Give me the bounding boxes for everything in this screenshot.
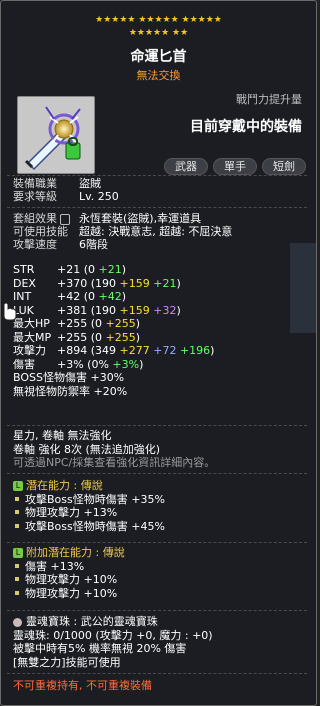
stat-damage: 傷害 +3% (0% +3%) [13,357,144,371]
stat-max-mp: 最大MP +255 (0 +255) [13,330,141,344]
bullet-icon [15,577,19,581]
footer-restriction: 不可重複持有, 不可重複裝備 [13,679,152,692]
lock-icon [60,213,70,225]
legendary-badge-icon: L [13,548,23,558]
stat-max-hp: 最大HP +255 (0 +255) [13,317,141,330]
stat-attack: 攻擊力 +894 (349 +277 +72 +196) [13,344,215,357]
divider [7,207,307,208]
divider [7,542,307,543]
trade-status: 無法交換 [136,69,181,82]
tag-dagger: 短劍 [262,158,306,175]
hand-cursor-icon [3,302,17,321]
item-tags: 武器 單手 短劍 [164,158,306,175]
skill-label: 可使用技能 [13,225,68,238]
star-row-1: ★★★★★ ★★★★★ ★★★★★ [95,15,222,25]
bullet-icon [15,523,19,528]
soul-block: 靈魂寶珠 : 武公的靈魂寶珠 靈魂珠: 0/1000 (攻擊力 +0, 魔力 :… [13,615,313,669]
boss-damage: BOSS怪物傷害 +30% [13,371,125,384]
divider [7,673,307,674]
stat-str: STR +21 (0 +21) [13,263,127,276]
requirements-block: 裝備職業 盜賊 要求等級 Lv. 250 [13,177,119,203]
star-force-stars: ★★★★★ ★★★★★ ★★★★★ ★★★★★ ★★ [1,14,316,40]
divider [7,473,307,474]
soul-line-3: [無雙之力]技能可使用 [13,655,121,669]
level-value: Lv. 250 [79,190,119,203]
additional-potential-block: L 附加潛在能力 : 傳說 傷害 +13% 物理攻擊力 +10% 物理攻擊力 +1… [13,546,313,600]
divider [7,425,307,426]
item-name: 命運匕首 [130,49,187,65]
bullet-icon [15,590,19,595]
bullet-icon [15,510,19,514]
legendary-badge-icon: L [13,481,23,491]
job-value: 盜賊 [79,177,101,190]
divider [7,610,307,611]
stats-block: STR +21 (0 +21) DEX +370 (190 +159 +21) IN… [13,263,313,398]
soul-line-2: 被擊中時有5% 機率無視 20% 傷害 [13,642,187,655]
item-icon-frame [17,96,95,174]
potential-line: 物理攻擊力 +13% [13,506,313,520]
starforce-status: 星力, 卷軸 無法強化 [13,429,112,442]
dagger-icon [24,106,81,171]
stat-int: INT +42 (0 +42) [13,290,127,303]
set-label: 套組效果 [13,212,79,225]
soul-icon [13,617,22,627]
item-tooltip: ★★★★★ ★★★★★ ★★★★★ ★★★★★ ★★ 命運匕首 無法交換 戰鬥力… [0,0,317,706]
tag-one-handed: 單手 [213,158,257,175]
additional-line: 物理攻擊力 +10% [13,573,313,587]
additional-potential-title: 附加潛在能力 : 傳說 [26,546,125,559]
additional-line: 物理攻擊力 +10% [13,587,313,601]
stat-dex: DEX +370 (190 +159 +21) [13,276,181,290]
divider [7,175,307,176]
potential-block: L 潛在能力 : 傳說 攻擊Boss怪物時傷害 +35% 物理攻擊力 +13% 攻… [13,479,313,533]
set-value: 永恆套裝(盜賊),幸運道具 [79,212,202,225]
set-block: 套組效果 永恆套裝(盜賊),幸運道具 可使用技能 超越: 決戰意志, 超越: 不屈決… [13,212,232,251]
skill-value: 超越: 決戰意志, 超越: 不屈決意 [79,225,233,238]
enhance-block: 星力, 卷軸 無法強化 卷軸 強化 8次 (無法追加強化) 可透過NPC/採集查… [13,429,313,470]
tag-weapon: 武器 [164,158,208,175]
current-equipped-text: 目前穿戴中的裝備 [190,119,302,135]
bullet-icon [15,563,19,568]
stat-luk: LUK +381 (190 +159 +32) [13,303,181,317]
background-window-edge [290,243,316,333]
speed-label: 攻擊速度 [13,238,57,251]
speed-value: 6階段 [79,238,108,251]
level-label: 要求等級 [13,190,57,203]
potential-line: 攻擊Boss怪物時傷害 +45% [13,520,313,534]
bullet-icon [15,496,19,501]
star-row-2: ★★★★★ ★★ [128,28,189,38]
npc-hint: 可透過NPC/採集查看強化資訊詳細內容。 [13,456,216,469]
ignore-defense: 無視怪物防禦率 +20% [13,384,128,398]
scroll-status: 卷軸 強化 8次 (無法追加強化) [13,442,161,456]
additional-line: 傷害 +13% [13,560,313,574]
soul-line-1: 靈魂珠: 0/1000 (攻擊力 +0, 魔力 : +0) [13,628,213,642]
job-label: 裝備職業 [13,177,57,190]
potential-line: 攻擊Boss怪物時傷害 +35% [13,493,313,507]
power-label: 戰鬥力提升量 [236,93,302,106]
soul-title: 靈魂寶珠 : 武公的靈魂寶珠 [26,615,158,628]
potential-title: 潛在能力 : 傳說 [26,479,103,492]
